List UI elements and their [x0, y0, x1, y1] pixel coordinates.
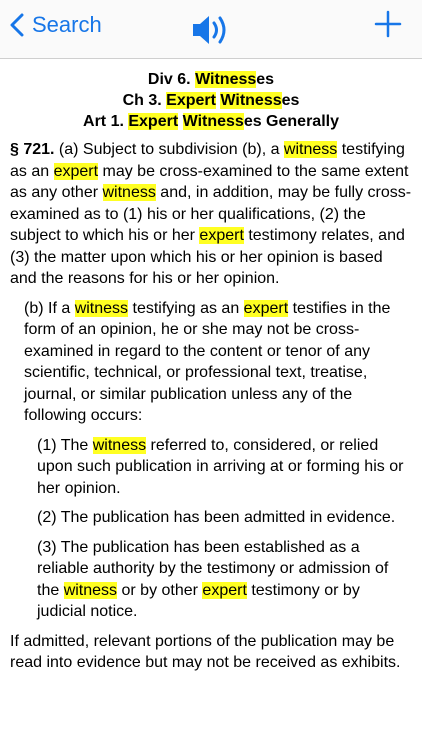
statute-content: Div 6. Witnesses Ch 3. Expert Witnesses … — [0, 59, 422, 674]
paragraph-b: (b) If a witness testifying as an expert… — [24, 299, 391, 424]
search-highlight: witness — [92, 436, 147, 454]
search-highlight: expert — [243, 299, 289, 317]
speaker-button[interactable] — [192, 13, 232, 52]
search-highlight: expert — [199, 227, 244, 244]
search-highlight: witness — [102, 184, 156, 201]
search-highlight: expert — [202, 581, 247, 599]
heading-division: Div 6. Witnesses — [147, 71, 275, 88]
paragraph-b3: (3) The publication has been established… — [37, 538, 389, 621]
heading-chapter: Ch 3. Expert Witnesses — [122, 92, 300, 109]
chevron-left-icon — [10, 13, 24, 37]
search-highlight: witness — [63, 581, 118, 599]
section-number: § 721. — [10, 141, 55, 158]
search-highlight: expert — [53, 162, 99, 180]
search-highlight: witness — [283, 141, 338, 158]
search-highlight: Witness — [220, 92, 282, 109]
search-highlight: Witness — [182, 113, 244, 130]
add-button[interactable] — [374, 10, 402, 43]
search-highlight: Expert — [166, 92, 216, 109]
back-button-label: Search — [32, 12, 102, 37]
paragraph-closing: If admitted, relevant portions of the pu… — [10, 632, 401, 672]
paragraph-a: § 721. (a) Subject to subdivision (b), a… — [10, 141, 412, 287]
navigation-bar: Search — [0, 0, 422, 59]
speaker-icon — [193, 16, 226, 44]
search-highlight: Expert — [128, 113, 179, 130]
back-button[interactable]: Search — [10, 12, 102, 38]
heading-article: Art 1. Expert Witnesses Generally — [83, 113, 339, 130]
paragraph-b2: (2) The publication has been admitted in… — [37, 509, 396, 526]
search-highlight: Witness — [195, 71, 257, 88]
search-highlight: witness — [74, 299, 129, 317]
plus-icon — [374, 10, 402, 38]
paragraph-b1: (1) The witness referred to, considered,… — [37, 436, 404, 497]
